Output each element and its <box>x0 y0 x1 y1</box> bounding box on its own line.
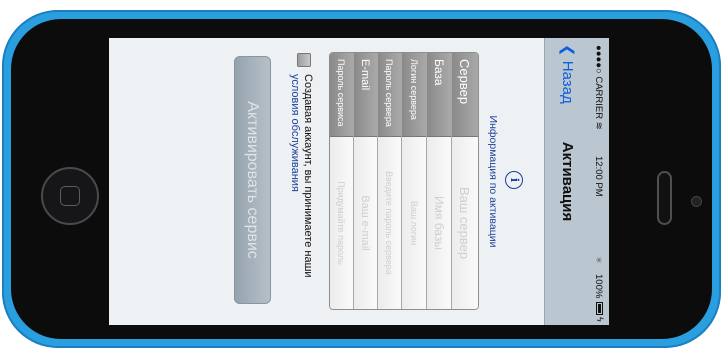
carrier-label: ●●●●○ CARRIER ≋ <box>593 45 604 130</box>
database-label: База <box>427 53 451 137</box>
page-title: Активация <box>559 141 576 222</box>
screen: ●●●●○ CARRIER ≋ 12:00 PM ∗ 100% ϟ ❮ Наза… <box>109 38 609 325</box>
battery-full-icon <box>596 302 603 315</box>
home-button[interactable] <box>41 167 99 225</box>
status-bar: ●●●●○ CARRIER ≋ 12:00 PM ∗ 100% ϟ <box>589 38 609 325</box>
form-row-server-login: Логин сервера Ваш логин <box>401 53 426 309</box>
server-label: Сервер <box>452 53 478 137</box>
info-icon[interactable]: i <box>505 171 523 189</box>
battery-percent: 100% <box>593 274 604 299</box>
terms-of-service-link[interactable]: условия обслуживания <box>289 74 301 192</box>
email-input[interactable]: Ваш e-mail <box>354 137 377 309</box>
form-row-server-password: Пароль сервера Введите пароль сервера <box>377 53 401 309</box>
server-login-label: Логин сервера <box>402 53 426 137</box>
app-view: ●●●●○ CARRIER ≋ 12:00 PM ∗ 100% ϟ ❮ Наза… <box>109 38 609 325</box>
terms-statement: Создавая аккаунт, вы принимаете наши <box>302 74 314 278</box>
terms-text: Создавая аккаунт, вы принимаете наши усл… <box>288 74 314 314</box>
form-row-database: База Имя базы <box>426 53 451 309</box>
server-password-input[interactable]: Введите пароль сервера <box>378 137 401 309</box>
server-input[interactable]: Ваш сервер <box>452 137 478 309</box>
server-login-input[interactable]: Ваш логин <box>402 137 426 309</box>
form-row-server: Сервер Ваш сервер <box>451 53 478 309</box>
activation-info-link[interactable]: Информация по активации <box>487 38 499 325</box>
wifi-icon: ≋ <box>593 121 604 130</box>
carrier-text: ●●●●○ CARRIER <box>593 45 604 122</box>
server-password-label: Пароль сервера <box>378 53 401 137</box>
status-time: 12:00 PM <box>593 156 604 197</box>
bluetooth-icon: ∗ <box>593 256 604 264</box>
form-row-service-password: Пароль сервиса Придумайте пароль <box>330 53 353 309</box>
front-camera <box>691 196 702 207</box>
service-password-input[interactable]: Придумайте пароль <box>330 137 353 309</box>
email-label: E-mail <box>354 53 377 137</box>
activate-service-button[interactable]: Активировать сервис <box>234 56 271 304</box>
form-row-email: E-mail Ваш e-mail <box>353 53 377 309</box>
terms-checkbox[interactable] <box>297 53 311 67</box>
home-square-icon <box>60 186 80 206</box>
charging-bolt-icon: ϟ <box>595 317 605 322</box>
database-input[interactable]: Имя базы <box>427 137 451 309</box>
earpiece-speaker <box>657 171 672 225</box>
navigation-bar: ❮ Назад Активация <box>544 38 589 325</box>
activation-form: Сервер Ваш сервер База Имя базы Логин се… <box>329 52 479 310</box>
service-password-label: Пароль сервиса <box>330 53 353 137</box>
